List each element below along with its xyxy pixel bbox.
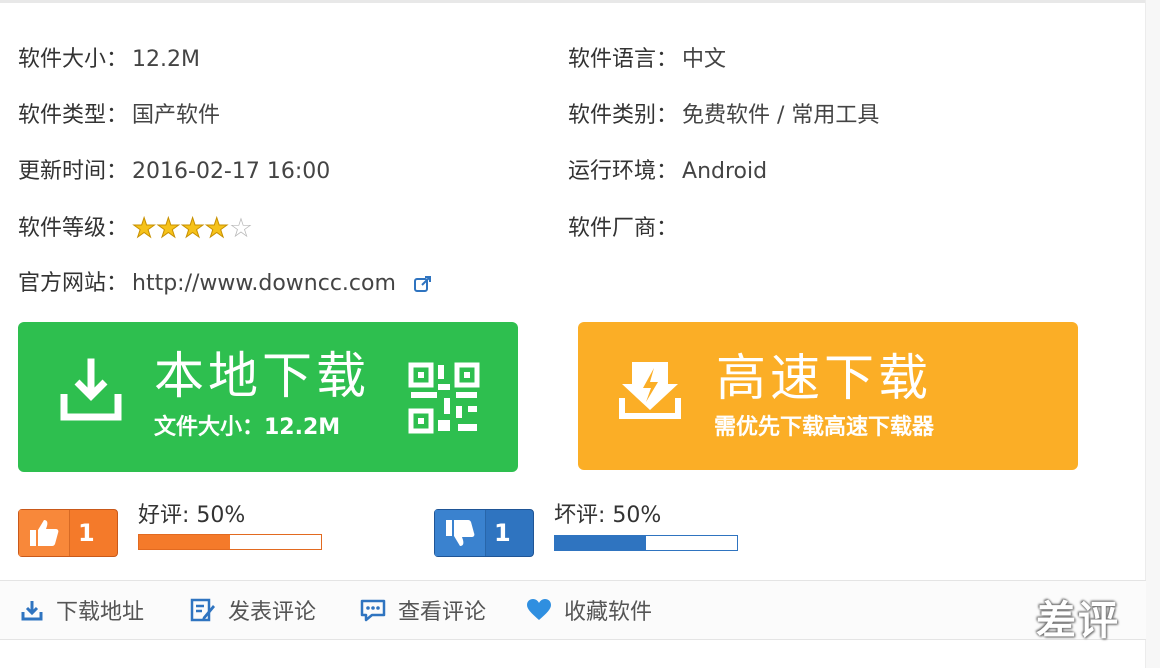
good-vote-bar [138, 534, 322, 550]
bad-vote-count: 1 [494, 519, 511, 547]
info-environment-value: Android [682, 159, 768, 184]
info-type: 软件类型： 国产软件 [18, 101, 220, 131]
post-comment-link[interactable]: 发表评论 [190, 581, 316, 639]
bad-vote-bar [554, 535, 738, 551]
info-size: 软件大小： 12.2M [18, 45, 200, 75]
view-comments-label: 查看评论 [398, 600, 487, 625]
info-rating-label: 软件等级： [18, 216, 129, 241]
view-comments-link[interactable]: 查看评论 [360, 581, 486, 639]
info-website: 官方网站： http://www.downcc.com [18, 269, 434, 299]
fast-download-icon [619, 362, 681, 419]
bad-vote-label: 坏评: 50% [554, 503, 662, 528]
bad-vote-bar-fill [555, 536, 646, 550]
qr-code-icon[interactable] [408, 362, 480, 434]
download-address-icon [21, 601, 43, 621]
action-bar: 下载地址 发表评论 查看评论 收藏软件 [0, 580, 1146, 640]
bad-vote-button[interactable]: 1 [434, 509, 534, 557]
info-vendor: 软件厂商： [568, 214, 682, 244]
fast-download-subtitle: 需优先下载高速下载器 [714, 415, 935, 440]
thumbs-down-icon [435, 510, 486, 556]
external-link-icon[interactable] [412, 273, 434, 295]
local-download-subtitle: 文件大小：12.2M [154, 415, 341, 440]
info-category-value: 免费软件 / 常用工具 [682, 103, 880, 128]
info-updated: 更新时间： 2016-02-17 16:00 [18, 157, 330, 187]
download-address-label: 下载地址 [56, 600, 145, 625]
rating-stars: ★ ★ ★ ★ ☆ [132, 213, 254, 244]
favorite-software-link[interactable]: 收藏软件 [526, 581, 652, 639]
good-vote-count: 1 [78, 519, 95, 547]
info-language-label: 软件语言： [568, 47, 679, 72]
info-size-label: 软件大小： [18, 47, 129, 72]
edit-comment-icon [190, 598, 215, 622]
info-rating: 软件等级： ★ ★ ★ ★ ☆ [18, 213, 254, 244]
star-filled-icon: ★ [132, 213, 157, 244]
info-vendor-label: 软件厂商： [568, 216, 679, 241]
watermark: 差评 [1036, 598, 1120, 644]
fast-download-title: 高速下载 [716, 349, 932, 407]
good-vote-button[interactable]: 1 [18, 509, 118, 557]
local-download-button[interactable]: 本地下载 文件大小：12.2M [18, 322, 518, 472]
info-environment-label: 运行环境： [568, 159, 679, 184]
scrollbar-track[interactable] [1145, 0, 1160, 668]
info-type-label: 软件类型： [18, 103, 129, 128]
favorite-software-label: 收藏软件 [564, 600, 653, 625]
info-type-value: 国产软件 [132, 103, 221, 128]
local-download-title: 本地下载 [154, 347, 370, 405]
post-comment-label: 发表评论 [228, 600, 317, 625]
info-updated-value: 2016-02-17 16:00 [132, 159, 331, 184]
info-category-label: 软件类别： [568, 103, 679, 128]
info-updated-label: 更新时间： [18, 159, 129, 184]
good-vote-bar-fill [139, 535, 230, 549]
star-filled-icon: ★ [156, 213, 181, 244]
view-comments-icon [360, 599, 386, 622]
fast-download-button[interactable]: 高速下载 需优先下载高速下载器 [578, 322, 1078, 470]
info-language: 软件语言： 中文 [568, 45, 726, 75]
info-language-value: 中文 [682, 47, 727, 72]
info-website-label: 官方网站： [18, 271, 129, 296]
info-size-value: 12.2M [132, 47, 200, 72]
star-filled-icon: ★ [180, 213, 205, 244]
download-address-link[interactable]: 下载地址 [20, 581, 144, 639]
info-environment: 运行环境： Android [568, 157, 767, 187]
website-link[interactable]: http://www.downcc.com [132, 269, 396, 299]
download-tray-icon [60, 358, 122, 421]
good-vote-label: 好评: 50% [138, 503, 246, 528]
heart-icon [527, 599, 551, 620]
star-filled-icon: ★ [204, 213, 229, 244]
star-empty-icon: ☆ [228, 213, 254, 244]
thumbs-up-icon [19, 510, 70, 556]
top-border [0, 0, 1160, 3]
info-category: 软件类别： 免费软件 / 常用工具 [568, 101, 879, 131]
